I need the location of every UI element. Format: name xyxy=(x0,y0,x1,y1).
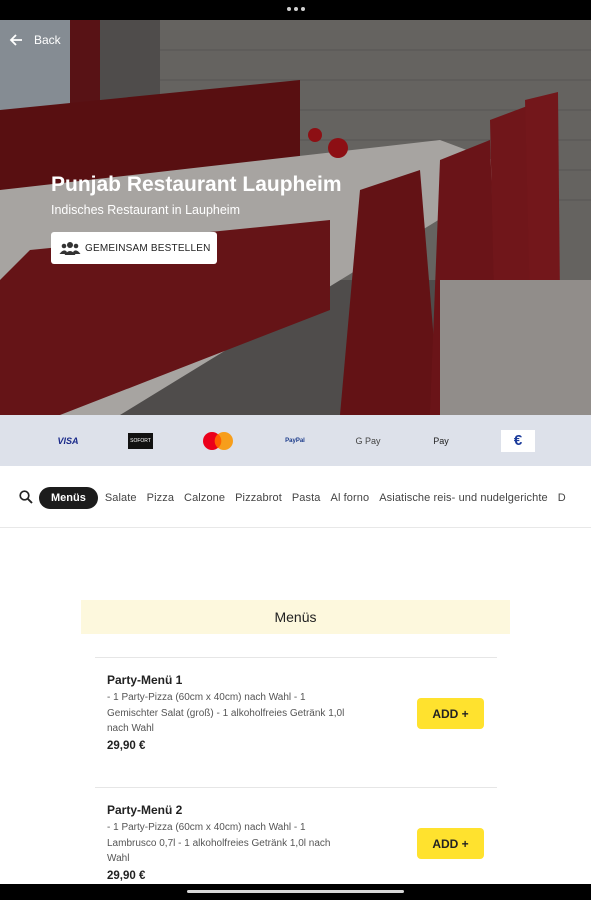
search-icon[interactable] xyxy=(19,490,33,504)
apple-pay-logo: Pay xyxy=(433,435,449,446)
menu-item-name: Party-Menü 1 xyxy=(107,673,183,687)
category-tab-pizzabrot[interactable]: Pizzabrot xyxy=(235,492,282,504)
menu-item-price: 29,90 € xyxy=(107,740,146,752)
top-status-strip xyxy=(0,0,591,20)
category-tab-calzone[interactable]: Calzone xyxy=(184,492,225,504)
menu-item-description: - 1 Party-Pizza (60cm x 40cm) nach Wahl … xyxy=(107,822,331,864)
group-order-button[interactable]: GEMEINSAM BESTELLEN xyxy=(51,232,217,264)
bottom-navigation-bar xyxy=(0,884,591,900)
restaurant-subtitle: Indisches Restaurant in Laupheim xyxy=(51,203,241,217)
category-bar: Menüs Salate Pizza Calzone Pizzabrot Pas… xyxy=(0,466,591,528)
google-pay-logo: G Pay xyxy=(355,435,381,446)
paypal-logo: PayPal xyxy=(285,437,305,444)
back-button[interactable]: Back xyxy=(8,32,61,48)
payment-methods-bar: VISA SOFORT PayPal G Pay Pay € xyxy=(0,415,591,466)
group-users-icon xyxy=(59,242,81,255)
app-screen: Back Punjab Restaurant Laupheim Indische… xyxy=(0,20,591,884)
home-indicator[interactable] xyxy=(187,890,404,893)
menu-item[interactable]: Party-Menü 2 - 1 Party-Pizza (60cm x 40c… xyxy=(95,787,497,884)
sofort-logo: SOFORT xyxy=(128,415,153,466)
hero-banner: Back Punjab Restaurant Laupheim Indische… xyxy=(0,20,591,415)
category-tab-salate[interactable]: Salate xyxy=(105,492,137,504)
menu-item-price: 29,90 € xyxy=(107,870,146,882)
back-label: Back xyxy=(34,33,61,47)
category-tab-asiatische[interactable]: Asiatische reis- und nudelgerichte xyxy=(379,492,548,504)
menu-item-description: - 1 Party-Pizza (60cm x 40cm) nach Wahl … xyxy=(107,692,345,734)
menu-item[interactable]: Party-Menü 1 - 1 Party-Pizza (60cm x 40c… xyxy=(95,657,497,787)
menu-item-name: Party-Menü 2 xyxy=(107,803,183,817)
section-header: Menüs xyxy=(81,600,510,634)
restaurant-name: Punjab Restaurant Laupheim xyxy=(51,173,342,196)
mastercard-logo xyxy=(201,415,235,466)
category-tab-menues[interactable]: Menüs xyxy=(39,487,98,509)
category-tab-next[interactable]: D xyxy=(558,492,566,504)
add-to-cart-button[interactable]: ADD + xyxy=(417,698,484,729)
hero-overlay xyxy=(0,20,591,415)
arrow-left-icon xyxy=(9,34,22,46)
category-tab-pasta[interactable]: Pasta xyxy=(292,492,321,504)
category-tab-pizza[interactable]: Pizza xyxy=(147,492,174,504)
visa-logo: VISA xyxy=(57,435,79,446)
cash-euro-icon: € xyxy=(501,415,535,466)
window-handle-dots[interactable] xyxy=(287,7,305,11)
category-tabs: Menüs Salate Pizza Calzone Pizzabrot Pas… xyxy=(39,487,576,509)
group-order-label: GEMEINSAM BESTELLEN xyxy=(85,242,211,254)
add-to-cart-button[interactable]: ADD + xyxy=(417,828,484,859)
category-tab-al-forno[interactable]: Al forno xyxy=(331,492,370,504)
